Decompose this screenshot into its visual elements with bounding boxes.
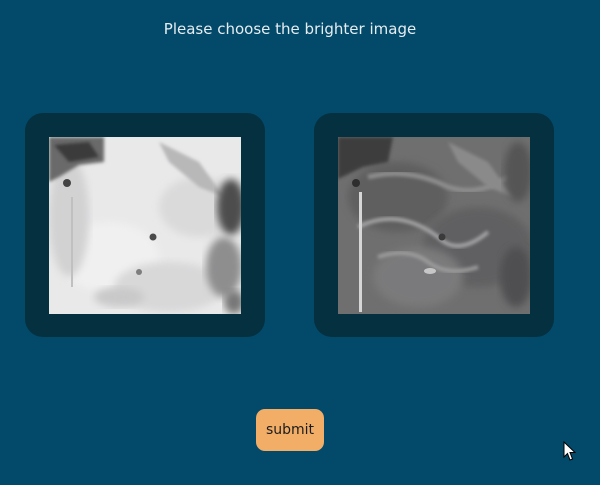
image-option-right[interactable] — [314, 113, 554, 337]
dark-aerial-image — [338, 137, 530, 314]
bright-aerial-image — [49, 137, 241, 314]
mouse-pointer-icon — [563, 441, 577, 461]
image-option-left[interactable] — [25, 113, 265, 337]
submit-button[interactable]: submit — [256, 409, 324, 451]
instruction-text: Please choose the brighter image — [163, 20, 417, 38]
